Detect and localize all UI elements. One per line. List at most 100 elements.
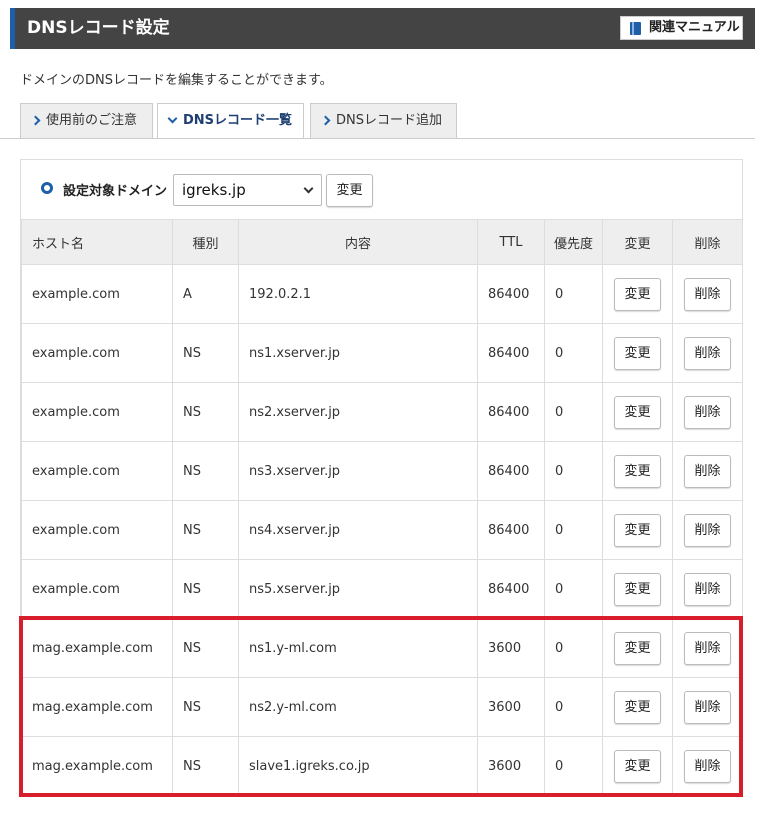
domain-change-button[interactable]: 変更 (326, 174, 373, 207)
column-header-type: 種別 (172, 219, 239, 265)
cell-delete: 削除 (672, 323, 743, 383)
table-row: mag.example.com NS ns1.y-ml.com 3600 0 変更 削除 (21, 618, 743, 678)
change-button[interactable]: 変更 (614, 572, 661, 606)
delete-button[interactable]: 削除 (684, 336, 731, 370)
cell-content: ns2.xserver.jp (238, 382, 478, 442)
delete-button[interactable]: 削除 (684, 395, 731, 429)
cell-content: ns1.xserver.jp (238, 323, 478, 383)
cell-priority: 0 (544, 736, 603, 796)
cell-ttl: 86400 (477, 441, 545, 501)
cell-priority: 0 (544, 677, 603, 737)
cell-content: ns5.xserver.jp (238, 559, 478, 619)
cell-change: 変更 (602, 441, 673, 501)
domain-selector-row: 設定対象ドメイン igreks.jp 変更 (21, 160, 742, 219)
cell-priority: 0 (544, 264, 603, 324)
delete-button[interactable]: 削除 (684, 277, 731, 311)
tab-dns-record-list[interactable]: DNSレコード一覧 (157, 103, 304, 139)
domain-select-value: igreks.jp (182, 181, 246, 199)
chevron-right-icon (320, 115, 331, 126)
manual-button-label: 関連マニュアル (649, 20, 740, 35)
cell-type: NS (172, 559, 239, 619)
change-button[interactable]: 変更 (614, 631, 661, 665)
cell-priority: 0 (544, 323, 603, 383)
tab-dns-record-add[interactable]: DNSレコード追加 (310, 103, 457, 139)
tab-label: DNSレコード追加 (336, 113, 442, 128)
cell-change: 変更 (602, 677, 673, 737)
cell-change: 変更 (602, 323, 673, 383)
cell-change: 変更 (602, 736, 673, 796)
cell-content: ns2.y-ml.com (238, 677, 478, 737)
cell-type: NS (172, 441, 239, 501)
cell-type: NS (172, 382, 239, 442)
column-header-priority: 優先度 (544, 219, 603, 265)
cell-host: example.com (21, 382, 173, 442)
cell-priority: 0 (544, 559, 603, 619)
table-row: example.com NS ns3.xserver.jp 86400 0 変更 削除 (21, 441, 743, 501)
tab-label: DNSレコード一覧 (183, 113, 293, 128)
delete-button[interactable]: 削除 (684, 749, 731, 783)
column-header-ttl: TTL (477, 219, 545, 265)
cell-change: 変更 (602, 500, 673, 560)
cell-host: example.com (21, 323, 173, 383)
table-row: example.com NS ns5.xserver.jp 86400 0 変更 削除 (21, 559, 743, 619)
cell-content: ns3.xserver.jp (238, 441, 478, 501)
table-row: example.com NS ns4.xserver.jp 86400 0 変更 削除 (21, 500, 743, 560)
table-row: mag.example.com NS ns2.y-ml.com 3600 0 変更 削除 (21, 677, 743, 737)
cell-ttl: 3600 (477, 736, 545, 796)
table-body: example.com A 192.0.2.1 86400 0 変更 削除 example.c… (21, 264, 743, 796)
cell-delete: 削除 (672, 559, 743, 619)
table-row: mag.example.com NS slave1.igreks.co.jp 3600… (21, 736, 743, 796)
cell-ttl: 86400 (477, 559, 545, 619)
delete-button[interactable]: 削除 (684, 631, 731, 665)
cell-ttl: 86400 (477, 382, 545, 442)
change-button[interactable]: 変更 (614, 454, 661, 488)
cell-host: example.com (21, 500, 173, 560)
domain-select[interactable]: igreks.jp (173, 174, 322, 206)
page-description: ドメインのDNSレコードを編集することができます。 (20, 73, 333, 88)
manual-button[interactable]: 関連マニュアル (620, 16, 743, 40)
change-button[interactable]: 変更 (614, 336, 661, 370)
cell-delete: 削除 (672, 677, 743, 737)
cell-host: example.com (21, 559, 173, 619)
cell-delete: 削除 (672, 264, 743, 324)
cell-content: ns4.xserver.jp (238, 500, 478, 560)
table-row: example.com A 192.0.2.1 86400 0 変更 削除 (21, 264, 743, 324)
cell-ttl: 86400 (477, 264, 545, 324)
cell-ttl: 86400 (477, 323, 545, 383)
cell-type: NS (172, 618, 239, 678)
delete-button[interactable]: 削除 (684, 572, 731, 606)
change-button[interactable]: 変更 (614, 690, 661, 724)
domain-label: 設定対象ドメイン (63, 184, 168, 199)
table-header-row: ホスト名 種別 内容 TTL 優先度 変更 削除 (21, 219, 743, 265)
cell-delete: 削除 (672, 736, 743, 796)
delete-button[interactable]: 削除 (684, 513, 731, 547)
cell-ttl: 86400 (477, 500, 545, 560)
table-row: example.com NS ns1.xserver.jp 86400 0 変更 削除 (21, 323, 743, 383)
tab-label: 使用前のご注意 (46, 113, 138, 128)
cell-priority: 0 (544, 500, 603, 560)
change-button[interactable]: 変更 (614, 749, 661, 783)
chevron-down-icon (303, 183, 314, 194)
cell-content: 192.0.2.1 (238, 264, 478, 324)
cell-change: 変更 (602, 618, 673, 678)
cell-type: NS (172, 500, 239, 560)
cell-ttl: 3600 (477, 618, 545, 678)
change-button[interactable]: 変更 (614, 395, 661, 429)
cell-host: example.com (21, 441, 173, 501)
change-button[interactable]: 変更 (614, 513, 661, 547)
radio-selected-icon[interactable] (41, 182, 53, 194)
cell-delete: 削除 (672, 500, 743, 560)
cell-content: ns1.y-ml.com (238, 618, 478, 678)
cell-host: example.com (21, 264, 173, 324)
cell-priority: 0 (544, 618, 603, 678)
delete-button[interactable]: 削除 (684, 454, 731, 488)
page-title: DNSレコード設定 (27, 18, 170, 38)
cell-host: mag.example.com (21, 736, 173, 796)
change-button[interactable]: 変更 (614, 277, 661, 311)
page-header: DNSレコード設定 関連マニュアル (10, 8, 755, 49)
column-header-content: 内容 (238, 219, 478, 265)
delete-button[interactable]: 削除 (684, 690, 731, 724)
cell-type: NS (172, 323, 239, 383)
cell-content: slave1.igreks.co.jp (238, 736, 478, 796)
tab-precautions[interactable]: 使用前のご注意 (20, 103, 153, 139)
